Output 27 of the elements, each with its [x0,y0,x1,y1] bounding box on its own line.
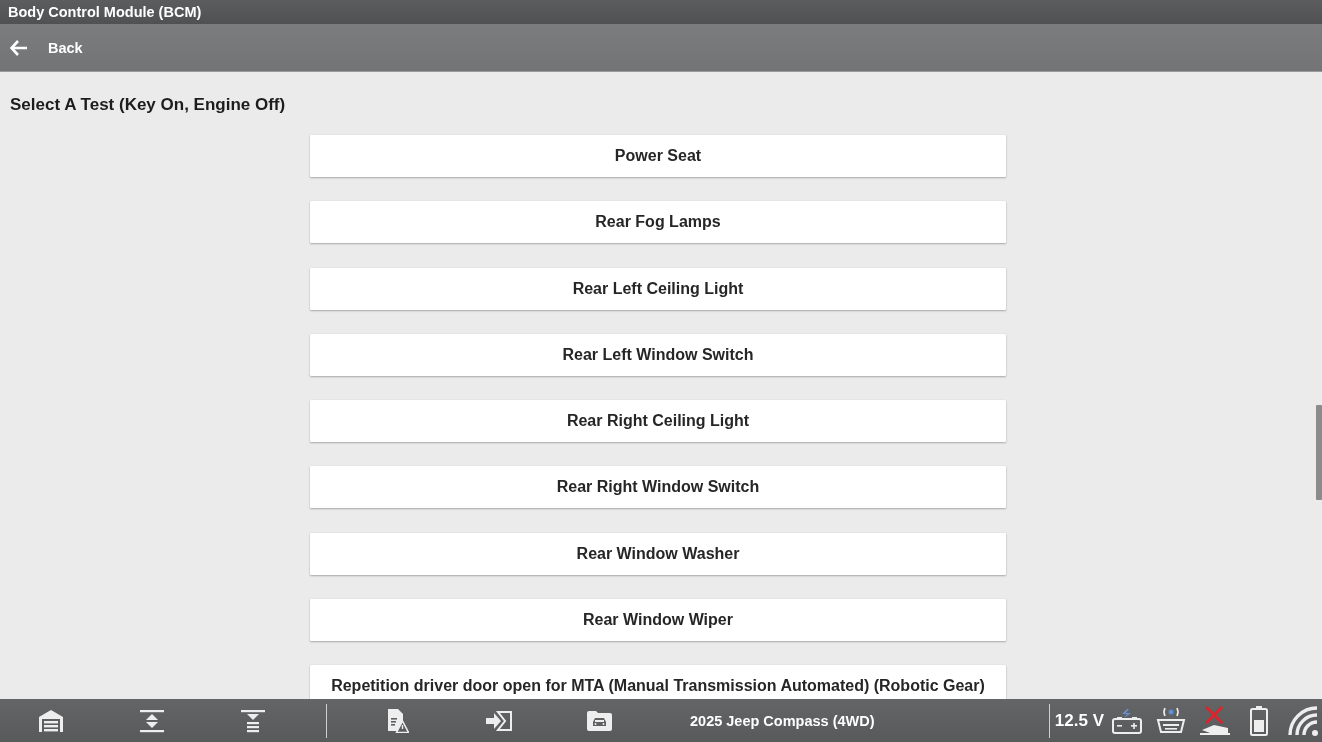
test-button[interactable]: Rear Window Wiper [310,599,1006,642]
page-heading: Select A Test (Key On, Engine Off) [10,95,286,115]
clamp-cross-icon [1200,705,1230,736]
test-button[interactable]: Rear Right Ceiling Light [310,400,1006,443]
test-button[interactable]: Rear Window Washer [310,532,1006,575]
test-button[interactable]: Rear Right Window Switch [310,466,1006,509]
collapse-list-icon[interactable] [240,708,265,733]
garage-icon[interactable] [37,708,64,733]
arrow-into-icon[interactable] [485,710,512,731]
test-button[interactable]: Rear Left Ceiling Light [310,267,1006,310]
battery-icon [1250,705,1268,736]
test-button[interactable]: Power Seat [310,135,1006,177]
test-button[interactable]: Repetition driver door open for MTA (Manual Transmission Automated) (Robotic Gear) [310,665,1006,699]
scrollbar-thumb[interactable] [1316,405,1322,500]
expand-icon[interactable] [139,708,164,733]
back-button[interactable]: Back [10,39,83,56]
connector-signal-icon [1156,706,1186,735]
wifi-signal-icon [1288,705,1320,736]
folder-car-icon[interactable] [587,710,612,731]
voltage-reading: 12.5 V [1054,710,1104,731]
test-button[interactable]: Rear Left Window Switch [310,333,1006,376]
document-warning-icon[interactable] [386,708,409,733]
window-title: Body Control Module (BCM) [8,4,202,20]
battery-charge-icon [1112,707,1142,734]
vehicle-name: 2025 Jeep Compass (4WD) [690,712,875,729]
back-arrow-icon [10,39,28,56]
test-button[interactable]: Rear Fog Lamps [310,201,1006,244]
